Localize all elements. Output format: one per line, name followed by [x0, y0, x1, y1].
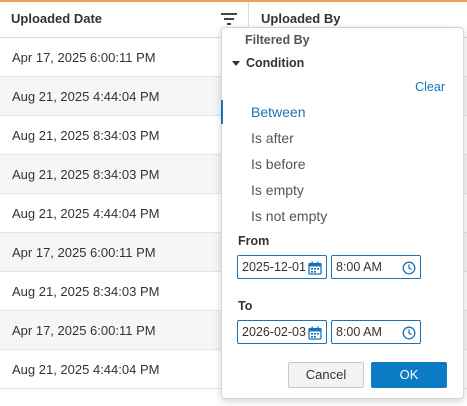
condition-section-label: Condition	[246, 56, 305, 70]
from-date-value: 2025-12-01	[242, 260, 306, 274]
from-time-value: 8:00 AM	[336, 260, 382, 274]
cancel-button[interactable]: Cancel	[288, 362, 364, 388]
from-date-input[interactable]: 2025-12-01	[237, 255, 327, 279]
option-is-after[interactable]: Is after	[251, 128, 327, 154]
option-is-before[interactable]: Is before	[251, 154, 327, 180]
condition-options: Between Is after Is before Is empty Is n…	[251, 102, 327, 232]
calendar-icon[interactable]	[308, 325, 322, 340]
ok-button[interactable]: OK	[371, 362, 447, 388]
clock-icon[interactable]	[402, 260, 416, 275]
column-header-uploaded-date[interactable]: Uploaded Date	[0, 2, 249, 37]
selected-option-indicator	[221, 100, 223, 124]
option-is-not-empty[interactable]: Is not empty	[251, 206, 327, 232]
calendar-icon[interactable]	[308, 260, 322, 275]
from-label: From	[238, 234, 270, 248]
to-time-value: 8:00 AM	[336, 325, 382, 339]
clear-link[interactable]: Clear	[415, 80, 445, 94]
to-date-input[interactable]: 2026-02-03	[237, 320, 327, 344]
from-time-input[interactable]: 8:00 AM	[331, 255, 421, 279]
caret-down-icon	[232, 60, 240, 66]
option-is-empty[interactable]: Is empty	[251, 180, 327, 206]
filter-popover: Filtered By Condition Clear Between Is a…	[221, 27, 464, 399]
filter-popover-title: Filtered By	[245, 33, 310, 47]
option-between[interactable]: Between	[251, 102, 327, 128]
clock-icon[interactable]	[402, 325, 416, 340]
filter-icon[interactable]	[219, 11, 239, 27]
to-time-input[interactable]: 8:00 AM	[331, 320, 421, 344]
to-date-value: 2026-02-03	[242, 325, 306, 339]
condition-section-toggle[interactable]: Condition	[232, 56, 304, 70]
to-label: To	[238, 299, 253, 313]
